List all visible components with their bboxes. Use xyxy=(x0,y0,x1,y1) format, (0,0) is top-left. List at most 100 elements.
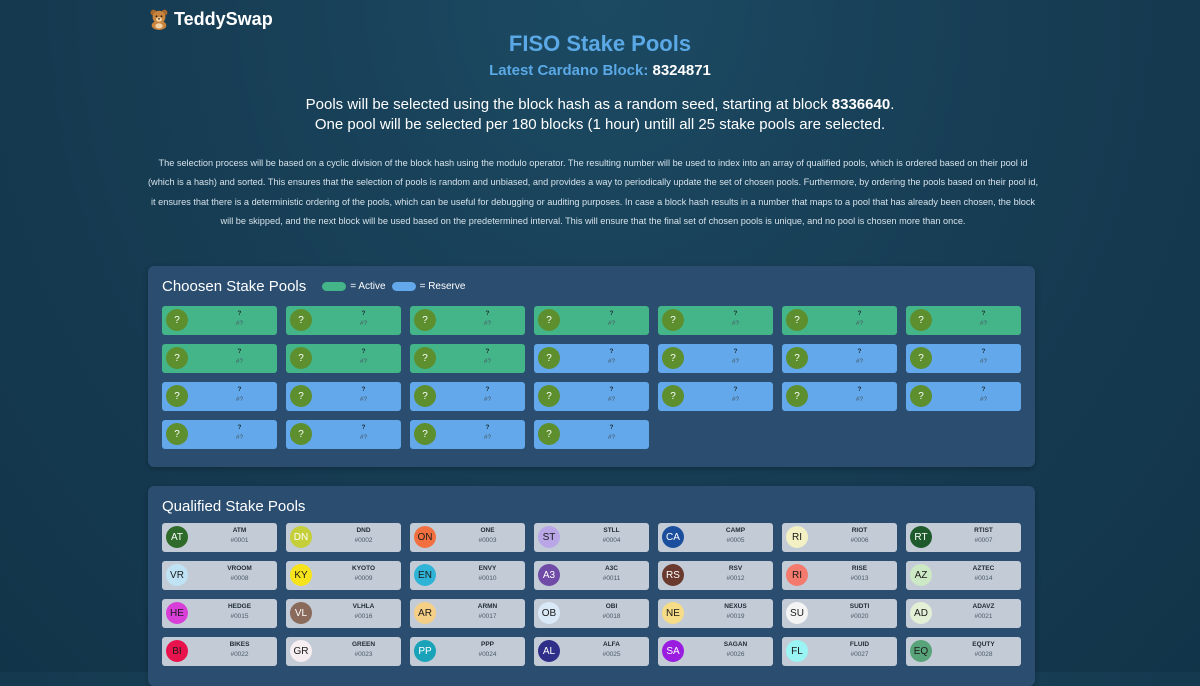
pool-card[interactable]: KY KYOTO #0009 xyxy=(286,561,401,590)
pool-card[interactable]: PP PPP #0024 xyxy=(410,637,525,666)
pool-card[interactable]: ?? #? xyxy=(906,344,1021,373)
pool-ticker: SUDTI xyxy=(849,603,870,610)
pool-avatar: CA xyxy=(662,526,684,548)
pool-card[interactable]: ST STLL #0004 xyxy=(534,523,649,552)
pool-avatar: ? xyxy=(910,385,932,407)
pool-number: #0009 xyxy=(354,575,373,582)
pool-avatar: ? xyxy=(910,347,932,369)
pool-number: #0025 xyxy=(602,651,621,658)
pool-card[interactable]: ?? #? xyxy=(410,382,525,411)
pool-card[interactable]: ?? #? xyxy=(782,344,897,373)
pool-card[interactable]: EN ENVY #0010 xyxy=(410,561,525,590)
latest-block-label: Latest Cardano Block: xyxy=(489,62,649,79)
pool-card[interactable]: ?? #? xyxy=(658,344,773,373)
pool-ticker: DND xyxy=(356,527,371,534)
pool-number: #0011 xyxy=(602,575,621,582)
pool-card[interactable]: VR VROOM #0008 xyxy=(162,561,277,590)
pool-card[interactable]: AZ AZTEC #0014 xyxy=(906,561,1021,590)
pool-card[interactable]: RI RISE #0013 xyxy=(782,561,897,590)
pool-ticker: HEDGE xyxy=(227,603,252,610)
pool-card[interactable]: ?? #? xyxy=(286,344,401,373)
pool-card[interactable]: ?? #? xyxy=(534,306,649,335)
pool-card[interactable]: ?? #? xyxy=(906,306,1021,335)
pool-ticker: SAGAN xyxy=(723,641,748,648)
pool-ticker: ? xyxy=(857,386,862,393)
pool-number: #0026 xyxy=(726,651,745,658)
pool-card[interactable]: ?? #? xyxy=(286,306,401,335)
pool-card[interactable]: RI RIOT #0006 xyxy=(782,523,897,552)
pool-ticker: ? xyxy=(237,386,242,393)
pool-avatar: ? xyxy=(290,385,312,407)
pool-card[interactable]: ?? #? xyxy=(162,420,277,449)
pool-card[interactable]: VL VLHLA #0016 xyxy=(286,599,401,628)
pool-number: #? xyxy=(855,396,864,403)
pool-avatar: BI xyxy=(166,640,188,662)
pool-avatar: ? xyxy=(414,347,436,369)
pool-number: #? xyxy=(731,396,740,403)
pool-avatar: ? xyxy=(910,309,932,331)
pool-card[interactable]: HE HEDGE #0015 xyxy=(162,599,277,628)
pool-card[interactable]: FL FLUID #0027 xyxy=(782,637,897,666)
pool-card[interactable]: SU SUDTI #0020 xyxy=(782,599,897,628)
pool-ticker: CAMP xyxy=(725,527,746,534)
pool-number: #? xyxy=(483,320,492,327)
pool-card[interactable]: ?? #? xyxy=(162,306,277,335)
pool-card[interactable]: ?? #? xyxy=(286,382,401,411)
pool-card[interactable]: AR ARMN #0017 xyxy=(410,599,525,628)
pool-avatar: ? xyxy=(166,347,188,369)
pool-card[interactable]: AL ALFA #0025 xyxy=(534,637,649,666)
pool-card[interactable]: CA CAMP #0005 xyxy=(658,523,773,552)
pool-card[interactable]: NE NEXUS #0019 xyxy=(658,599,773,628)
pool-avatar: ? xyxy=(538,385,560,407)
pool-card[interactable]: ?? #? xyxy=(410,306,525,335)
pool-card[interactable]: BI BIKES #0022 xyxy=(162,637,277,666)
qualified-pools-panel: Qualified Stake Pools AT ATM #0001 DN DND #00… xyxy=(148,486,1035,686)
pool-card[interactable]: RT RTIST #0007 xyxy=(906,523,1021,552)
pool-avatar: OB xyxy=(538,602,560,624)
pool-card[interactable]: ?? #? xyxy=(782,382,897,411)
pool-card[interactable]: EQ EQUTY #0028 xyxy=(906,637,1021,666)
pool-card[interactable]: ?? #? xyxy=(410,420,525,449)
pool-avatar: SA xyxy=(662,640,684,662)
latest-block: Latest Cardano Block: 8324871 xyxy=(0,62,1200,79)
pool-ticker: NEXUS xyxy=(724,603,747,610)
pool-number: #? xyxy=(979,358,988,365)
pool-ticker: ARMN xyxy=(477,603,498,610)
pool-number: #0027 xyxy=(850,651,869,658)
pool-card[interactable]: A3 A3C #0011 xyxy=(534,561,649,590)
pool-card[interactable]: ?? #? xyxy=(286,420,401,449)
pool-card[interactable]: GR GREEN #0023 xyxy=(286,637,401,666)
legend-reserve-label: = Reserve xyxy=(419,281,466,292)
pool-card[interactable]: OB OBI #0018 xyxy=(534,599,649,628)
pool-card[interactable]: ?? #? xyxy=(410,344,525,373)
selection-line-1: Pools will be selected using the block h… xyxy=(0,95,1200,115)
pool-card[interactable]: ?? #? xyxy=(906,382,1021,411)
pool-number: #0021 xyxy=(974,613,993,620)
teddyswap-logo[interactable]: TeddySwap xyxy=(148,8,273,30)
pool-card[interactable]: AD ADAVZ #0021 xyxy=(906,599,1021,628)
pool-ticker: ? xyxy=(733,386,738,393)
latest-block-number: 8324871 xyxy=(652,62,711,79)
pool-card[interactable]: ?? #? xyxy=(534,344,649,373)
pool-avatar: EQ xyxy=(910,640,932,662)
pool-ticker: ? xyxy=(361,424,366,431)
pool-card[interactable]: SA SAGAN #0026 xyxy=(658,637,773,666)
pool-card[interactable]: ?? #? xyxy=(534,420,649,449)
pool-number: #? xyxy=(607,434,616,441)
pool-card[interactable]: ?? #? xyxy=(162,382,277,411)
selection-line-1-text: Pools will be selected using the block h… xyxy=(305,96,832,113)
pool-card[interactable]: ON ONE #0003 xyxy=(410,523,525,552)
pool-avatar: PP xyxy=(414,640,436,662)
pool-card[interactable]: ?? #? xyxy=(162,344,277,373)
pool-card[interactable]: ?? #? xyxy=(658,306,773,335)
pool-card[interactable]: ?? #? xyxy=(534,382,649,411)
pool-card[interactable]: DN DND #0002 xyxy=(286,523,401,552)
pool-card[interactable]: AT ATM #0001 xyxy=(162,523,277,552)
pool-number: #? xyxy=(359,358,368,365)
pool-avatar: AD xyxy=(910,602,932,624)
pool-card[interactable]: ?? #? xyxy=(782,306,897,335)
pool-card[interactable]: RS RSV #0012 xyxy=(658,561,773,590)
pool-avatar: ? xyxy=(538,423,560,445)
pool-card[interactable]: ?? #? xyxy=(658,382,773,411)
pool-number: #? xyxy=(855,358,864,365)
